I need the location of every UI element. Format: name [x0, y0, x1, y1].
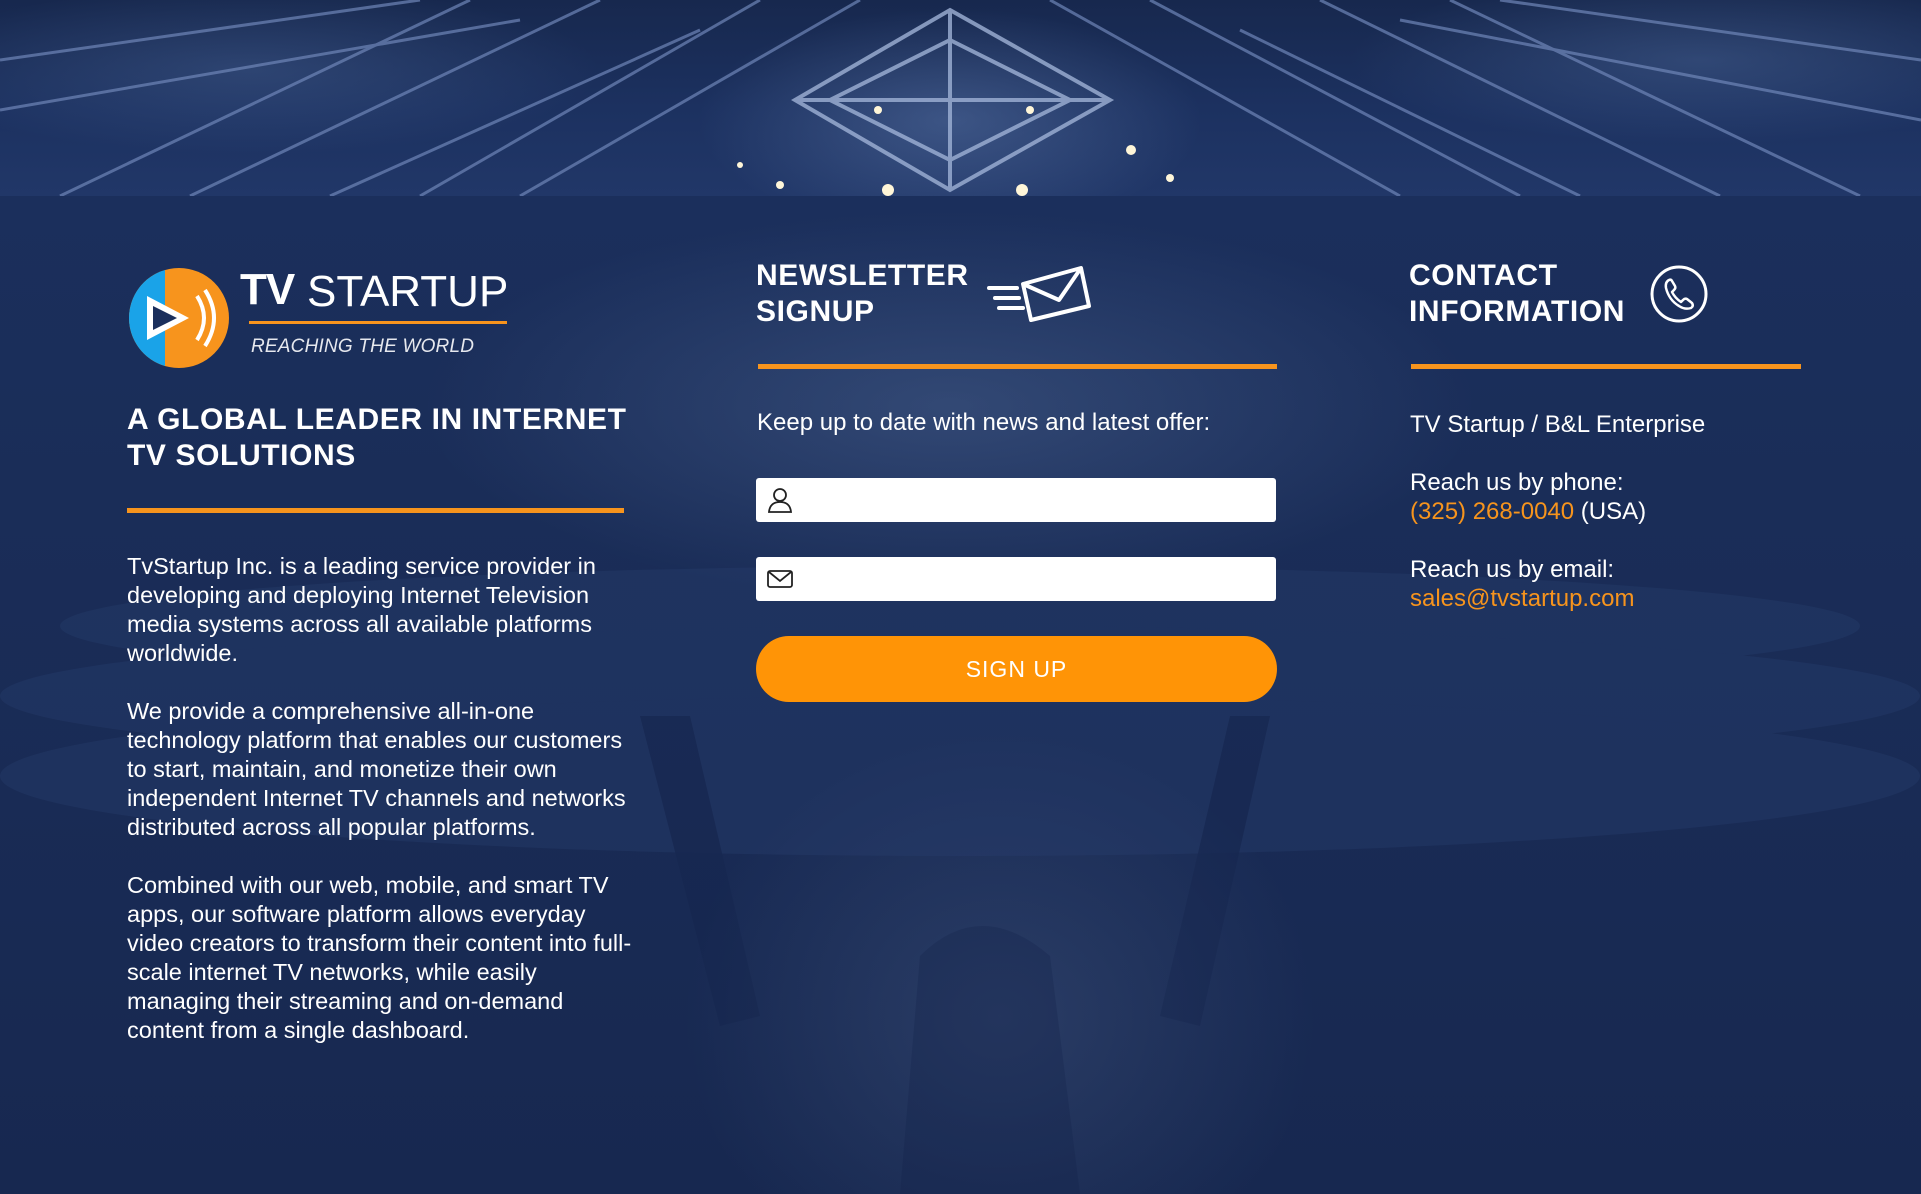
about-divider: [127, 508, 624, 513]
newsletter-subtitle: Keep up to date with news and latest off…: [757, 409, 1211, 436]
newsletter-heading-line1: NEWSLETTER: [756, 259, 969, 292]
logo-tagline: REACHING THE WORLD: [251, 336, 475, 357]
newsletter-heading: NEWSLETTER SIGNUP: [756, 258, 986, 330]
contact-heading: CONTACT INFORMATION: [1409, 258, 1649, 330]
tv-startup-logo[interactable]: TV STARTUP REACHING THE WORLD: [127, 262, 517, 368]
envelope-icon: [767, 570, 793, 588]
contact-heading-line1: CONTACT: [1409, 259, 1558, 292]
about-paragraph-2: We provide a comprehensive all-in-one te…: [127, 698, 626, 840]
logo-word-startup: STARTUP: [307, 267, 509, 316]
logo-divider: [249, 321, 507, 324]
email-label: Reach us by email:: [1410, 556, 1615, 583]
about-paragraph-1: TvStartup Inc. is a leading service prov…: [127, 553, 596, 666]
contact-details: TV Startup / B&L Enterprise Reach us by …: [1410, 410, 1840, 613]
company-name: TV Startup / B&L Enterprise: [1410, 411, 1706, 438]
logo-word-tv: TV: [240, 265, 295, 314]
phone-label: Reach us by phone:: [1410, 469, 1624, 496]
about-paragraph-3: Combined with our web, mobile, and smart…: [127, 872, 632, 1043]
phone-country: (USA): [1580, 498, 1647, 525]
sign-up-button[interactable]: SIGN UP: [756, 636, 1277, 702]
contact-divider: [1411, 364, 1801, 369]
stage-truss-graphic: [0, 0, 1921, 196]
name-input[interactable]: [802, 479, 1276, 521]
phone-line: (325) 268-0040 (USA): [1410, 497, 1840, 526]
phone-icon: [1650, 265, 1708, 323]
user-icon: [768, 488, 792, 513]
footer-page: TV STARTUP REACHING THE WORLD A GLOBAL L…: [0, 0, 1921, 1194]
newsletter-divider: [758, 364, 1277, 369]
flying-envelope-icon: [987, 266, 1091, 322]
email-field[interactable]: [756, 557, 1276, 601]
hero-stage-image: [0, 0, 1921, 196]
name-field[interactable]: [756, 478, 1276, 522]
email-link[interactable]: sales@tvstartup.com: [1410, 584, 1840, 613]
logo-play-icon: [129, 268, 229, 368]
newsletter-heading-line2: SIGNUP: [756, 295, 875, 328]
about-description: TvStartup Inc. is a leading service prov…: [127, 552, 637, 1074]
phone-link[interactable]: (325) 268-0040: [1410, 498, 1574, 525]
about-heading: A GLOBAL LEADER IN INTERNET TV SOLUTIONS: [127, 403, 627, 472]
email-input[interactable]: [802, 558, 1276, 600]
contact-heading-line2: INFORMATION: [1409, 295, 1626, 328]
